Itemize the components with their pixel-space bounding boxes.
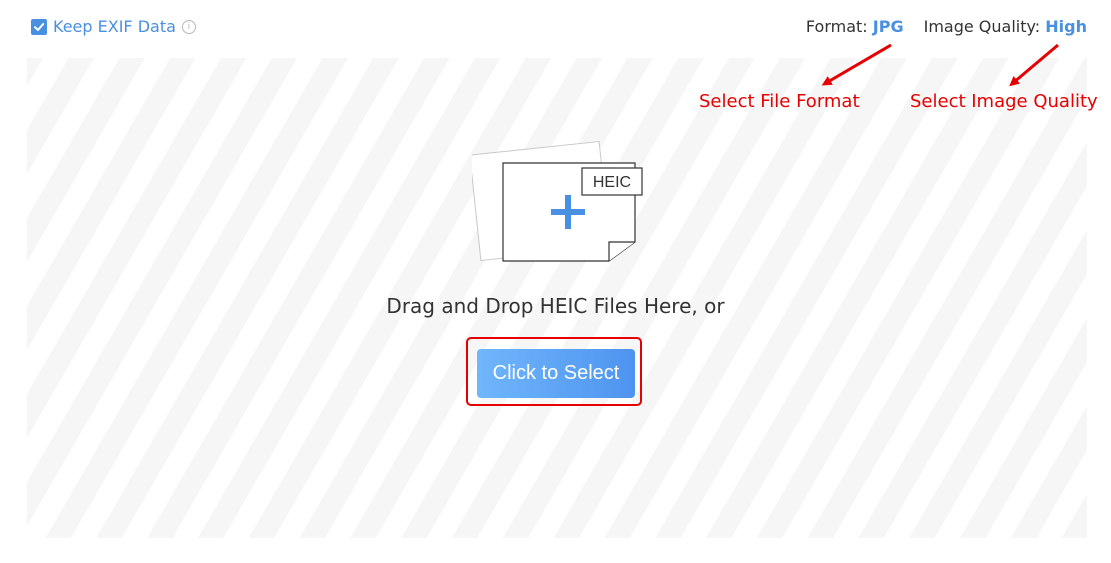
info-icon[interactable]: i: [181, 19, 196, 34]
heic-badge: HEIC: [593, 174, 631, 191]
keep-exif-label[interactable]: Keep EXIF Data: [53, 17, 176, 36]
conversion-settings: Format: JPG Image Quality: High: [806, 17, 1087, 36]
quality-selector[interactable]: Image Quality: High: [924, 17, 1087, 36]
quality-key: Image Quality:: [923, 17, 1041, 36]
dropzone-instructions: Drag and Drop HEIC Files Here, or: [386, 294, 725, 318]
keep-exif-checkbox[interactable]: Keep EXIF Data i: [31, 17, 196, 36]
heic-file-icon: HEIC: [472, 140, 643, 262]
format-selector[interactable]: Format: JPG: [806, 17, 904, 36]
annotation-select-quality: Select Image Quality: [910, 91, 1098, 112]
click-to-select-button[interactable]: Click to Select: [477, 349, 635, 398]
annotation-select-format: Select File Format: [699, 91, 860, 112]
quality-value[interactable]: High: [1045, 17, 1087, 36]
checkbox-checked-icon[interactable]: [31, 18, 47, 35]
format-value[interactable]: JPG: [873, 17, 904, 36]
format-key: Format:: [805, 17, 868, 36]
top-bar: Keep EXIF Data i Format: JPG Image Quali…: [0, 0, 1111, 56]
